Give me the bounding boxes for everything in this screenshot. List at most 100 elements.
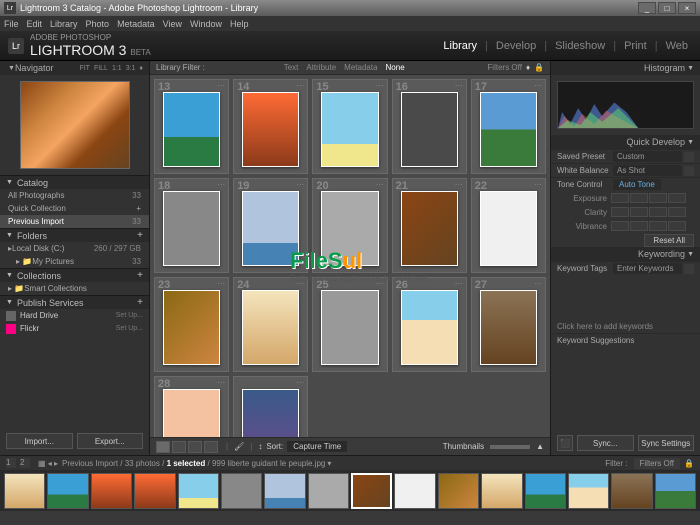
grid-cell[interactable]: 25⋯ [312,277,387,372]
grid-cell[interactable]: 17⋯ [471,79,546,174]
filmstrip-thumb[interactable] [264,473,305,509]
add-keywords-link[interactable]: Click here to add keywords [551,320,700,333]
survey-view-icon[interactable] [204,441,218,453]
menu-file[interactable]: File [4,19,19,29]
filmstrip-thumb-selected[interactable] [351,473,392,509]
grid-cell[interactable]: 26⋯ [392,277,467,372]
keyword-tags-select[interactable]: Enter Keywords [613,263,682,274]
grid-cell[interactable]: 20⋯ [312,178,387,273]
sort-direction-icon[interactable]: ↕ [258,442,262,451]
reset-all-button[interactable]: Reset All [644,234,694,247]
grid-cell[interactable]: 14⋯ [233,79,308,174]
wb-select[interactable]: As Shot [613,165,682,176]
grid-cell[interactable]: 27⋯ [471,277,546,372]
menu-photo[interactable]: Photo [86,19,110,29]
publish-flickr[interactable]: FlickrSet Up... [0,322,149,335]
grid-cell[interactable]: 28⋯ [154,376,229,437]
module-web[interactable]: Web [666,40,688,52]
grid-cell[interactable]: 22⋯ [471,178,546,273]
filmstrip-thumb[interactable] [91,473,132,509]
close-button[interactable]: × [678,2,696,14]
publish-header[interactable]: ▼Publish Services+ [0,295,149,309]
filter-metadata[interactable]: Metadata [344,63,377,72]
collections-header[interactable]: ▼Collections+ [0,268,149,282]
second-monitor-button[interactable]: 2 [20,458,30,468]
filter-none[interactable]: None [386,63,405,72]
filmstrip-thumb[interactable] [221,473,262,509]
module-develop[interactable]: Develop [496,40,536,52]
sync-settings-button[interactable]: Sync Settings [638,435,695,451]
lock-icon[interactable]: 🔒 [534,63,544,72]
grid-cell[interactable]: 18⋯ [154,178,229,273]
grid-cell[interactable]: 15⋯ [312,79,387,174]
keyword-suggestions: Keyword Suggestions [551,333,700,347]
folders-mypictures[interactable]: ▸ 📁 My Pictures33 [0,255,149,268]
minimize-button[interactable]: _ [638,2,656,14]
auto-tone-button[interactable]: Auto Tone [613,179,661,190]
catalog-all[interactable]: All Photographs33 [0,189,149,202]
catalog-header[interactable]: ▼Catalog [0,175,149,189]
filmstrip-thumb[interactable] [178,473,219,509]
sort-value[interactable]: Capture Time [287,441,347,452]
grid-view-icon[interactable] [156,441,170,453]
loupe-view-icon[interactable] [172,441,186,453]
collections-smart[interactable]: ▸ 📁 Smart Collections [0,282,149,295]
histogram[interactable] [551,75,700,135]
filmstrip-thumb[interactable] [568,473,609,509]
publish-harddrive[interactable]: Hard DriveSet Up... [0,309,149,322]
filmstrip-thumb[interactable] [438,473,479,509]
filmstrip-thumb[interactable] [655,473,696,509]
keyword-area[interactable] [557,275,694,320]
grid-cell[interactable]: 13⋯ [154,79,229,174]
menu-edit[interactable]: Edit [27,19,43,29]
grid-cell[interactable]: 16⋯ [392,79,467,174]
menu-metadata[interactable]: Metadata [117,19,155,29]
saved-preset-select[interactable]: Custom [613,151,682,162]
sync-switch[interactable]: ⬛ [557,435,573,451]
grid-cell[interactable]: 21⋯ [392,178,467,273]
menu-view[interactable]: View [163,19,182,29]
menu-window[interactable]: Window [190,19,222,29]
grid-cell[interactable]: 23⋯ [154,277,229,372]
painter-icon[interactable]: 🖌 [234,442,244,451]
filmstrip-thumb[interactable] [47,473,88,509]
compare-view-icon[interactable] [188,441,202,453]
maximize-button[interactable]: □ [658,2,676,14]
histogram-header[interactable]: Histogram▼ [551,61,700,75]
filmstrip-thumb[interactable] [4,473,45,509]
import-button[interactable]: Import... [6,433,73,449]
thumb-size-slider[interactable] [490,445,530,449]
navigator-header[interactable]: ▼ Navigator FIT FILL 1:1 3:1 ♦ [0,61,149,75]
filters-off[interactable]: Filters Off [487,63,522,72]
preset-dropdown-icon[interactable] [684,152,694,162]
filmstrip-filters-off[interactable]: Filters Off [634,458,681,469]
first-monitor-button[interactable]: 1 [6,458,16,468]
module-print[interactable]: Print [624,40,647,52]
quickdev-header[interactable]: Quick Develop▼ [551,135,700,149]
filmstrip-thumb[interactable] [308,473,349,509]
sync-button[interactable]: Sync... [577,435,634,451]
grid-cell[interactable]: ⋯ [233,376,308,437]
catalog-previous[interactable]: Previous Import33 [0,215,149,228]
wb-dropdown-icon[interactable] [684,166,694,176]
folders-header[interactable]: ▼Folders+ [0,228,149,242]
grid-cell[interactable]: 24⋯ [233,277,308,372]
folders-disk[interactable]: ▸ Local Disk (C:)260 / 297 GB [0,242,149,255]
menu-library[interactable]: Library [50,19,78,29]
catalog-quick[interactable]: Quick Collection+ [0,202,149,215]
keywording-header[interactable]: Keywording▼ [551,247,700,261]
grid-cell[interactable]: 19⋯ [233,178,308,273]
filter-attribute[interactable]: Attribute [306,63,336,72]
filter-text[interactable]: Text [284,63,299,72]
menu-help[interactable]: Help [230,19,249,29]
filmstrip-thumb[interactable] [481,473,522,509]
filmstrip-thumb[interactable] [134,473,175,509]
filmstrip-thumb[interactable] [525,473,566,509]
module-library[interactable]: Library [443,40,477,52]
module-slideshow[interactable]: Slideshow [555,40,605,52]
filmstrip-thumbs[interactable] [0,470,700,511]
filmstrip-thumb[interactable] [394,473,435,509]
filmstrip-thumb[interactable] [611,473,652,509]
navigator-preview[interactable] [0,75,149,175]
export-button[interactable]: Export... [77,433,144,449]
